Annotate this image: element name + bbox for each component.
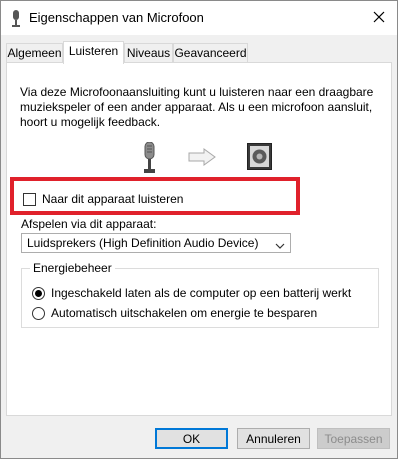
radio-label[interactable]: Ingeschakeld laten als de computer op ee…: [51, 286, 351, 300]
playback-device-value: Luidsprekers (High Definition Audio Devi…: [27, 236, 259, 250]
chevron-down-icon: [275, 239, 285, 253]
luisteren-panel: Via deze Microfoonaansluiting kunt u lui…: [6, 62, 392, 416]
window-title: Eigenschappen van Microfoon: [29, 10, 204, 25]
tab-luisteren[interactable]: Luisteren: [63, 41, 124, 64]
tab-geavanceerd[interactable]: Geavanceerd: [173, 43, 248, 63]
playback-label: Afspelen via dit apparaat:: [21, 217, 157, 231]
ok-button[interactable]: OK: [155, 428, 228, 449]
title-bar: Eigenschappen van Microfoon: [1, 1, 397, 35]
radio-button[interactable]: [32, 306, 45, 320]
tab-niveaus[interactable]: Niveaus: [124, 43, 173, 63]
speaker-icon: [247, 143, 272, 173]
apply-button: Toepassen: [317, 428, 390, 449]
power-group-legend: Energiebeheer: [30, 261, 115, 275]
tab-algemeen[interactable]: Algemeen: [6, 43, 63, 63]
close-icon: [373, 11, 385, 26]
power-group: Energiebeheer Ingeschakeld laten als de …: [21, 261, 379, 328]
listen-checkbox-row[interactable]: Naar dit apparaat luisteren: [23, 192, 183, 206]
power-option-battery[interactable]: Ingeschakeld laten als de computer op ee…: [32, 286, 351, 300]
radio-button[interactable]: [32, 286, 45, 300]
properties-window: Eigenschappen van Microfoon Algemeen Lui…: [0, 0, 398, 459]
power-option-auto-off[interactable]: Automatisch uitschakelen om energie te b…: [32, 306, 317, 320]
close-button[interactable]: [361, 1, 397, 35]
microphone-icon: [10, 10, 22, 27]
listen-checkbox[interactable]: [23, 192, 36, 206]
playback-device-select[interactable]: Luidsprekers (High Definition Audio Devi…: [21, 233, 291, 253]
arrow-right-icon: [188, 148, 216, 169]
description-text: Via deze Microfoonaansluiting kunt u lui…: [20, 85, 374, 129]
microphone-icon: [141, 141, 157, 177]
radio-label[interactable]: Automatisch uitschakelen om energie te b…: [51, 306, 317, 320]
cancel-button[interactable]: Annuleren: [237, 428, 310, 449]
listen-checkbox-label[interactable]: Naar dit apparaat luisteren: [42, 192, 183, 206]
